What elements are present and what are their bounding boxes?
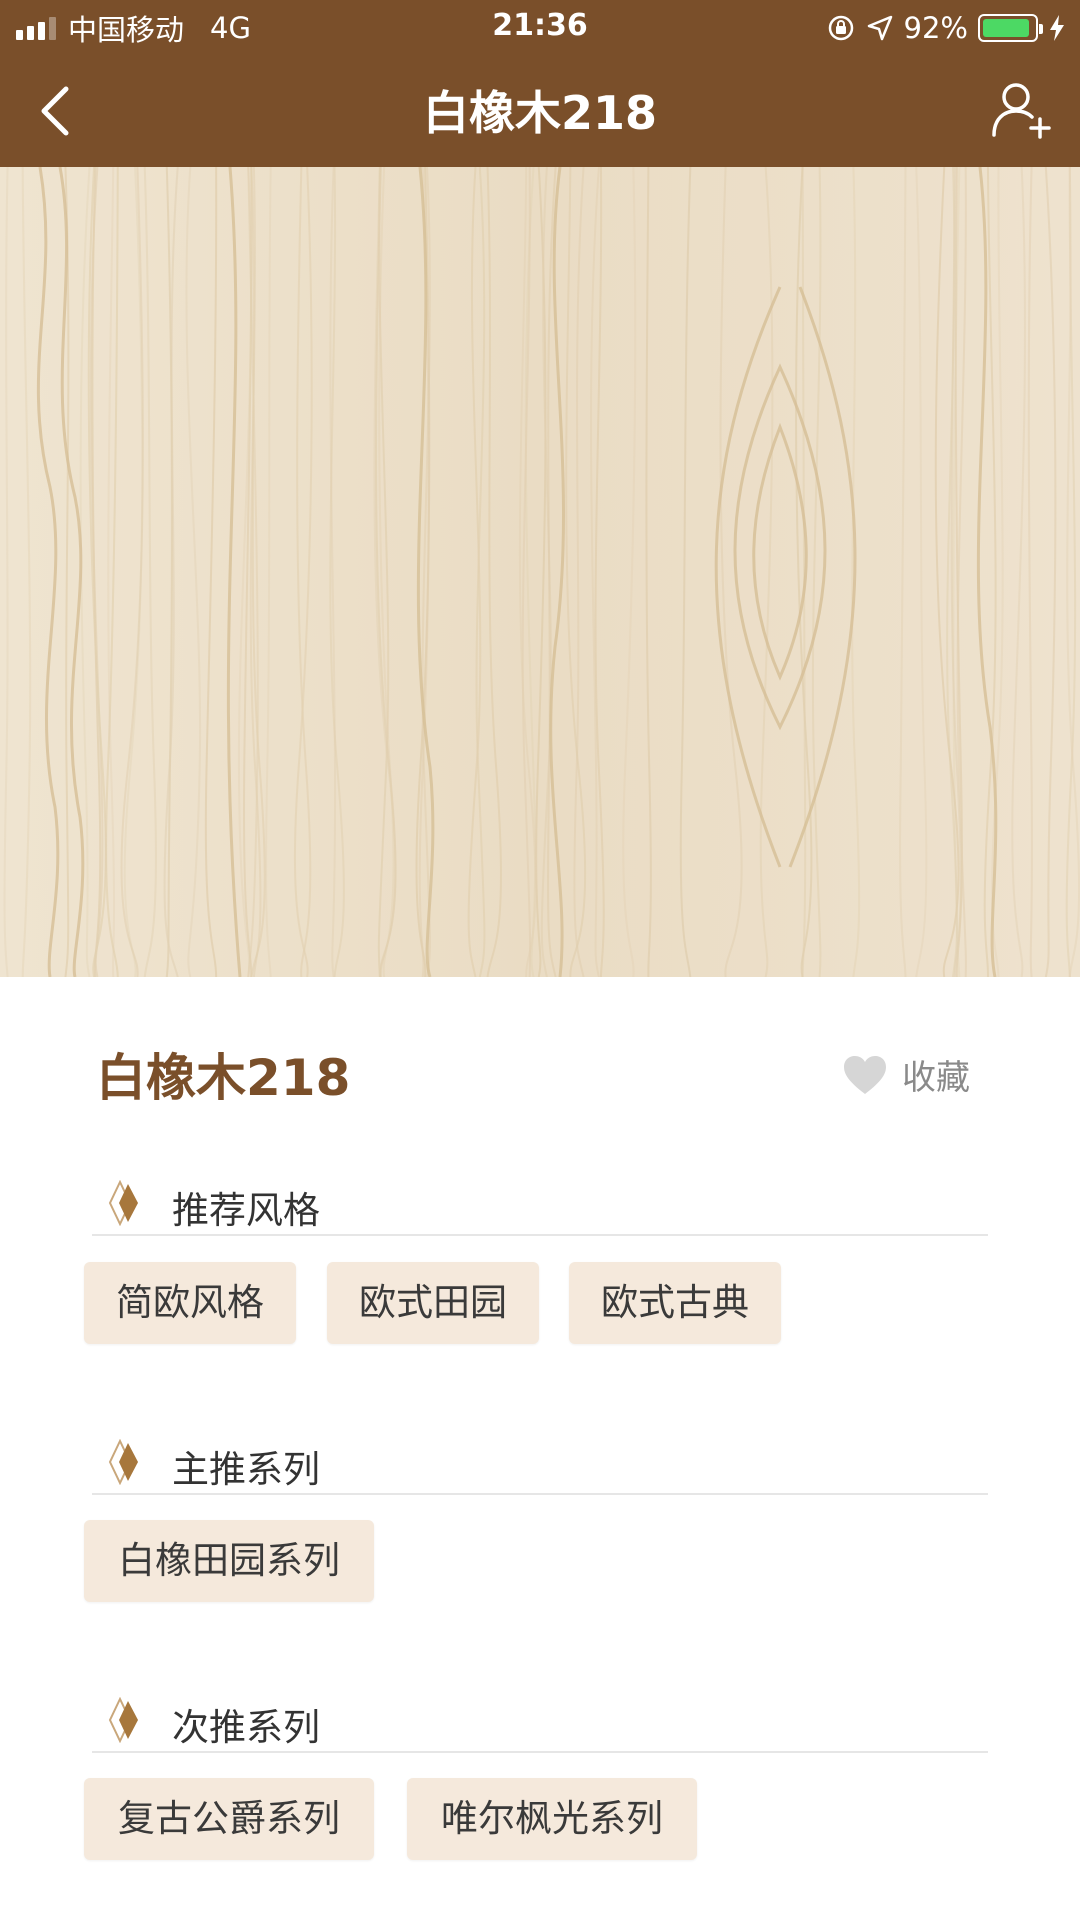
page-title: 白橡木218 [422, 86, 658, 140]
wood-texture-image [0, 167, 1080, 977]
status-bar-right: 92% [826, 8, 1066, 48]
battery-icon [978, 14, 1043, 42]
tag-vintage-duke-series[interactable]: 复古公爵系列 [84, 1778, 374, 1860]
tag-weier-maple-series[interactable]: 唯尔枫光系列 [407, 1778, 697, 1860]
section-title: 主推系列 [172, 1448, 320, 1491]
rotation-lock-icon [828, 15, 853, 41]
section-header-secondary-series: 次推系列 [92, 1683, 988, 1753]
location-arrow-icon [867, 15, 892, 41]
section-header-recommended-style: 推荐风格 [92, 1166, 988, 1236]
tag-white-oak-pastoral-series[interactable]: 白橡田园系列 [84, 1520, 374, 1602]
tag-european-pastoral[interactable]: 欧式田园 [327, 1262, 539, 1344]
favorite-label: 收藏 [902, 1058, 970, 1098]
section-title: 推荐风格 [172, 1189, 320, 1232]
product-name: 白橡木218 [96, 1049, 351, 1107]
section-title: 次推系列 [172, 1706, 320, 1749]
battery-percentage: 92% [903, 11, 968, 45]
tag-simple-european[interactable]: 简欧风格 [84, 1262, 296, 1344]
navigation-bar: 白橡木218 [0, 55, 1080, 167]
favorite-button[interactable]: 收藏 [842, 1050, 970, 1099]
charging-bolt-icon [1050, 15, 1064, 41]
diamond-icon [108, 1180, 138, 1226]
tag-european-classical[interactable]: 欧式古典 [569, 1262, 781, 1344]
section-header-main-series: 主推系列 [92, 1425, 988, 1495]
battery-fill [983, 19, 1029, 37]
heart-icon [844, 1055, 886, 1094]
status-bar: 中国移动 4G 21:36 92% [0, 0, 1080, 55]
diamond-icon [108, 1697, 138, 1743]
add-user-icon[interactable] [990, 77, 1054, 141]
diamond-icon [108, 1439, 138, 1485]
